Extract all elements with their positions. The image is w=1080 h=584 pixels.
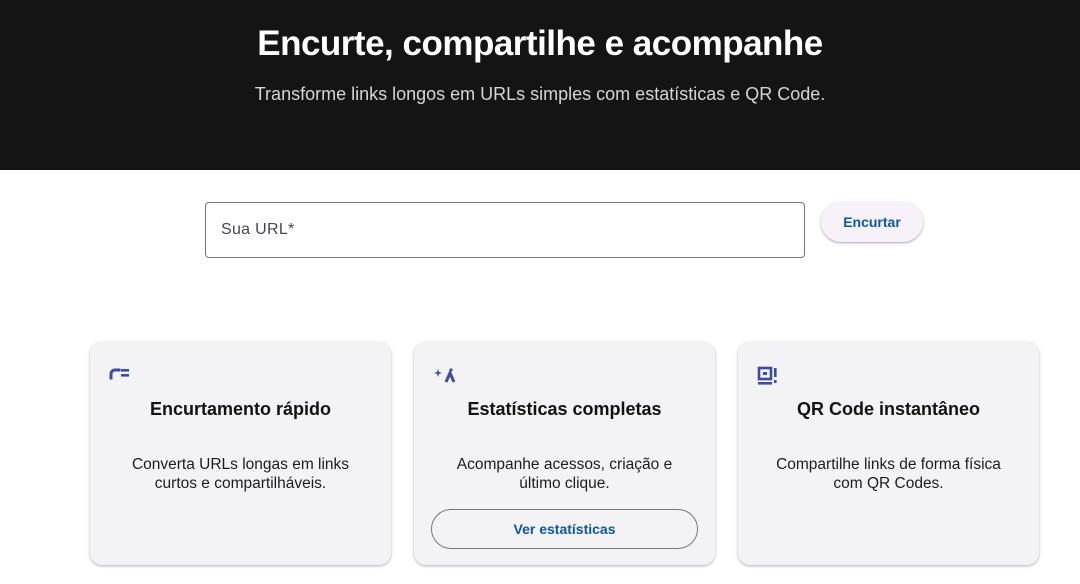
feature-description: Converta URLs longas em links curtos e c… <box>131 456 350 492</box>
page-title: Encurte, compartilhe e acompanhe <box>257 24 823 63</box>
feature-title: QR Code instantâneo <box>796 399 980 419</box>
url-field[interactable] <box>205 202 805 258</box>
feature-card-statistics: Estatísticas completas Acompanhe acessos… <box>414 342 715 565</box>
feature-description: Compartilhe links de forma física com QR… <box>776 456 1001 492</box>
view-statistics-button[interactable]: Ver estatísticas <box>431 509 698 549</box>
url-input[interactable] <box>206 203 804 257</box>
feature-title: Estatísticas completas <box>467 399 662 419</box>
shorten-button[interactable]: Encurtar <box>821 202 923 242</box>
page-subtitle: Transforme links longos em URLs simples … <box>254 84 826 104</box>
sparkle-chart-icon <box>433 366 456 384</box>
hero-banner: Encurte, compartilhe e acompanhe Transfo… <box>0 0 1080 170</box>
short-link-icon <box>109 366 131 384</box>
feature-description: Acompanhe acessos, criação e último cliq… <box>456 456 673 492</box>
feature-card-qr-code: QR Code instantâneo Compartilhe links de… <box>738 342 1039 565</box>
feature-card-fast-shortening: Encurtamento rápido Converta URLs longas… <box>90 342 391 565</box>
feature-title: Encurtamento rápido <box>149 399 332 419</box>
qr-code-icon <box>757 366 779 385</box>
